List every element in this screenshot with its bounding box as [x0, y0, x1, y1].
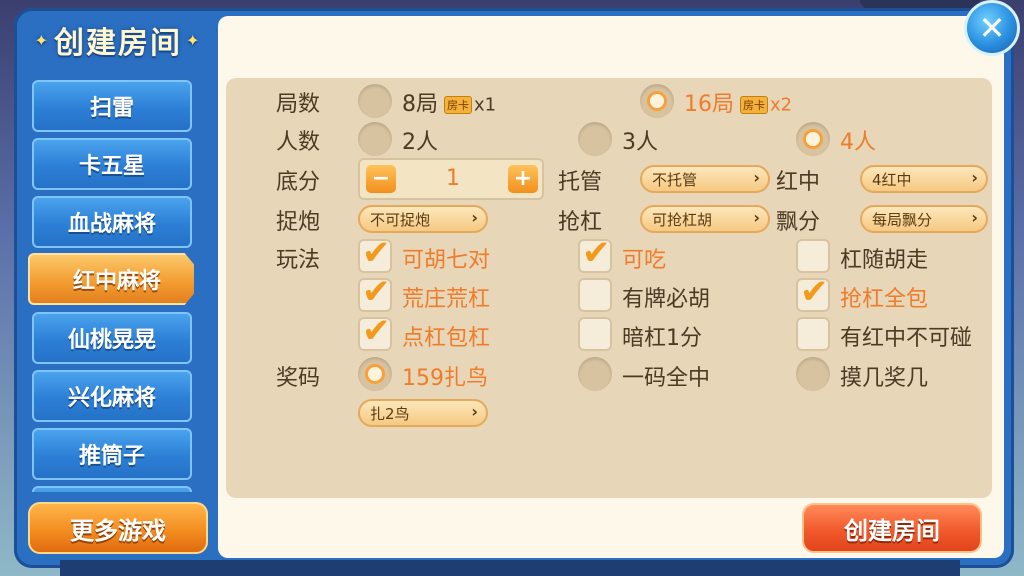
plus-button[interactable]: +: [508, 165, 538, 193]
title-text: 创建房间: [54, 26, 182, 61]
option-chi: 可吃: [622, 248, 667, 273]
chevron-right-icon: ›: [753, 168, 760, 187]
rounds-label: 局数: [276, 92, 321, 117]
auto-play-label: 托管: [558, 170, 603, 195]
radio-2-players[interactable]: [358, 122, 392, 156]
checkbox-chi[interactable]: [578, 233, 612, 273]
option-rob-gang-all: 抢杠全包: [840, 287, 929, 312]
radio-4-players[interactable]: [796, 122, 830, 156]
players-label: 人数: [276, 130, 321, 155]
red-zhong-dropdown[interactable]: 4红中 ›: [860, 165, 988, 193]
radio-8-rounds[interactable]: [358, 84, 392, 118]
room-card-icon: 房卡: [444, 96, 472, 114]
option-no-peng: 有红中不可碰: [840, 326, 973, 351]
option-must-hu: 有牌必胡: [622, 287, 711, 312]
option-159-zhaniao: 159扎鸟: [402, 366, 488, 391]
option-an-gang: 暗杠1分: [622, 326, 702, 351]
chevron-right-icon: ›: [753, 208, 760, 227]
play-rules-label: 玩法: [276, 248, 321, 273]
checkbox-rob-gang-all[interactable]: [796, 272, 830, 312]
checkbox-must-hu[interactable]: [578, 278, 612, 312]
star-icon: ✦: [34, 30, 50, 50]
option-yima-quanzhong: 一码全中: [622, 366, 711, 391]
tab-xinghua-majiang[interactable]: 兴化麻将: [32, 370, 192, 422]
zhaniao-count-dropdown[interactable]: 扎2鸟 ›: [358, 399, 488, 427]
room-card-icon: 房卡: [740, 96, 768, 114]
piao-label: 飘分: [776, 210, 821, 235]
rob-kong-label: 抢杠: [558, 210, 603, 235]
tab-kawuxing[interactable]: 卡五星: [32, 138, 192, 190]
chevron-right-icon: ›: [971, 168, 978, 187]
checkbox-an-gang[interactable]: [578, 317, 612, 351]
option-2-players: 2人: [402, 130, 438, 155]
option-16-rounds: 16局 房卡 x2: [684, 92, 793, 117]
bottom-nav-strip: [60, 560, 960, 576]
tab-tuitongzi[interactable]: 推筒子: [32, 428, 192, 480]
star-icon: ✦: [186, 30, 202, 50]
red-zhong-label: 红中: [776, 170, 821, 195]
option-gang-follow: 杠随胡走: [840, 248, 929, 273]
radio-moji-jiangji[interactable]: [796, 357, 830, 391]
game-tab-list: 扫雷 卡五星 血战麻将 红中麻将 仙桃晃晃 兴化麻将 推筒子: [28, 78, 194, 492]
auto-play-dropdown[interactable]: 不托管 ›: [640, 165, 770, 193]
radio-16-rounds[interactable]: [640, 84, 674, 118]
prize-code-label: 奖码: [276, 366, 321, 391]
tab-hongzhong-majiang[interactable]: 红中麻将: [28, 253, 194, 305]
checkbox-huangzhuang[interactable]: [358, 272, 392, 312]
checkbox-qidui[interactable]: [358, 233, 392, 273]
base-score-stepper: − 1 +: [358, 158, 544, 200]
chevron-right-icon: ›: [471, 208, 478, 227]
option-moji-jiangji: 摸几奖几: [840, 366, 929, 391]
chevron-right-icon: ›: [471, 402, 478, 421]
option-huangzhuang: 荒庄荒杠: [402, 287, 491, 312]
piao-dropdown[interactable]: 每局飘分 ›: [860, 205, 988, 233]
option-8-rounds: 8局 房卡 x1: [402, 92, 497, 117]
option-3-players: 3人: [622, 130, 658, 155]
catch-gun-label: 捉炮: [276, 210, 321, 235]
minus-button[interactable]: −: [366, 165, 396, 193]
checkbox-dian-gang[interactable]: [358, 311, 392, 351]
create-room-button[interactable]: 创建房间: [802, 503, 982, 553]
close-icon[interactable]: ✕: [964, 0, 1020, 56]
option-qidui: 可胡七对: [402, 248, 491, 273]
rob-kong-dropdown[interactable]: 可抢杠胡 ›: [640, 205, 770, 233]
dialog-title: ✦ 创建房间 ✦: [20, 14, 216, 66]
tab-xiantao-huanghuang[interactable]: 仙桃晃晃: [32, 312, 192, 364]
chevron-right-icon: ›: [971, 208, 978, 227]
base-score-value: 1: [446, 166, 460, 191]
option-dian-gang: 点杠包杠: [402, 326, 491, 351]
option-4-players: 4人: [840, 130, 876, 155]
tab-saolei[interactable]: 扫雷: [32, 80, 192, 132]
radio-159-zhaniao[interactable]: [358, 357, 392, 391]
radio-yima-quanzhong[interactable]: [578, 357, 612, 391]
checkbox-no-peng[interactable]: [796, 317, 830, 351]
tab-xuezhan-majiang[interactable]: 血战麻将: [32, 196, 192, 248]
radio-3-players[interactable]: [578, 122, 612, 156]
base-score-label: 底分: [276, 170, 321, 195]
checkbox-gang-follow[interactable]: [796, 239, 830, 273]
catch-gun-dropdown[interactable]: 不可捉炮 ›: [358, 205, 488, 233]
more-games-button[interactable]: 更多游戏: [28, 502, 208, 554]
tab-next-partial[interactable]: [32, 486, 192, 492]
